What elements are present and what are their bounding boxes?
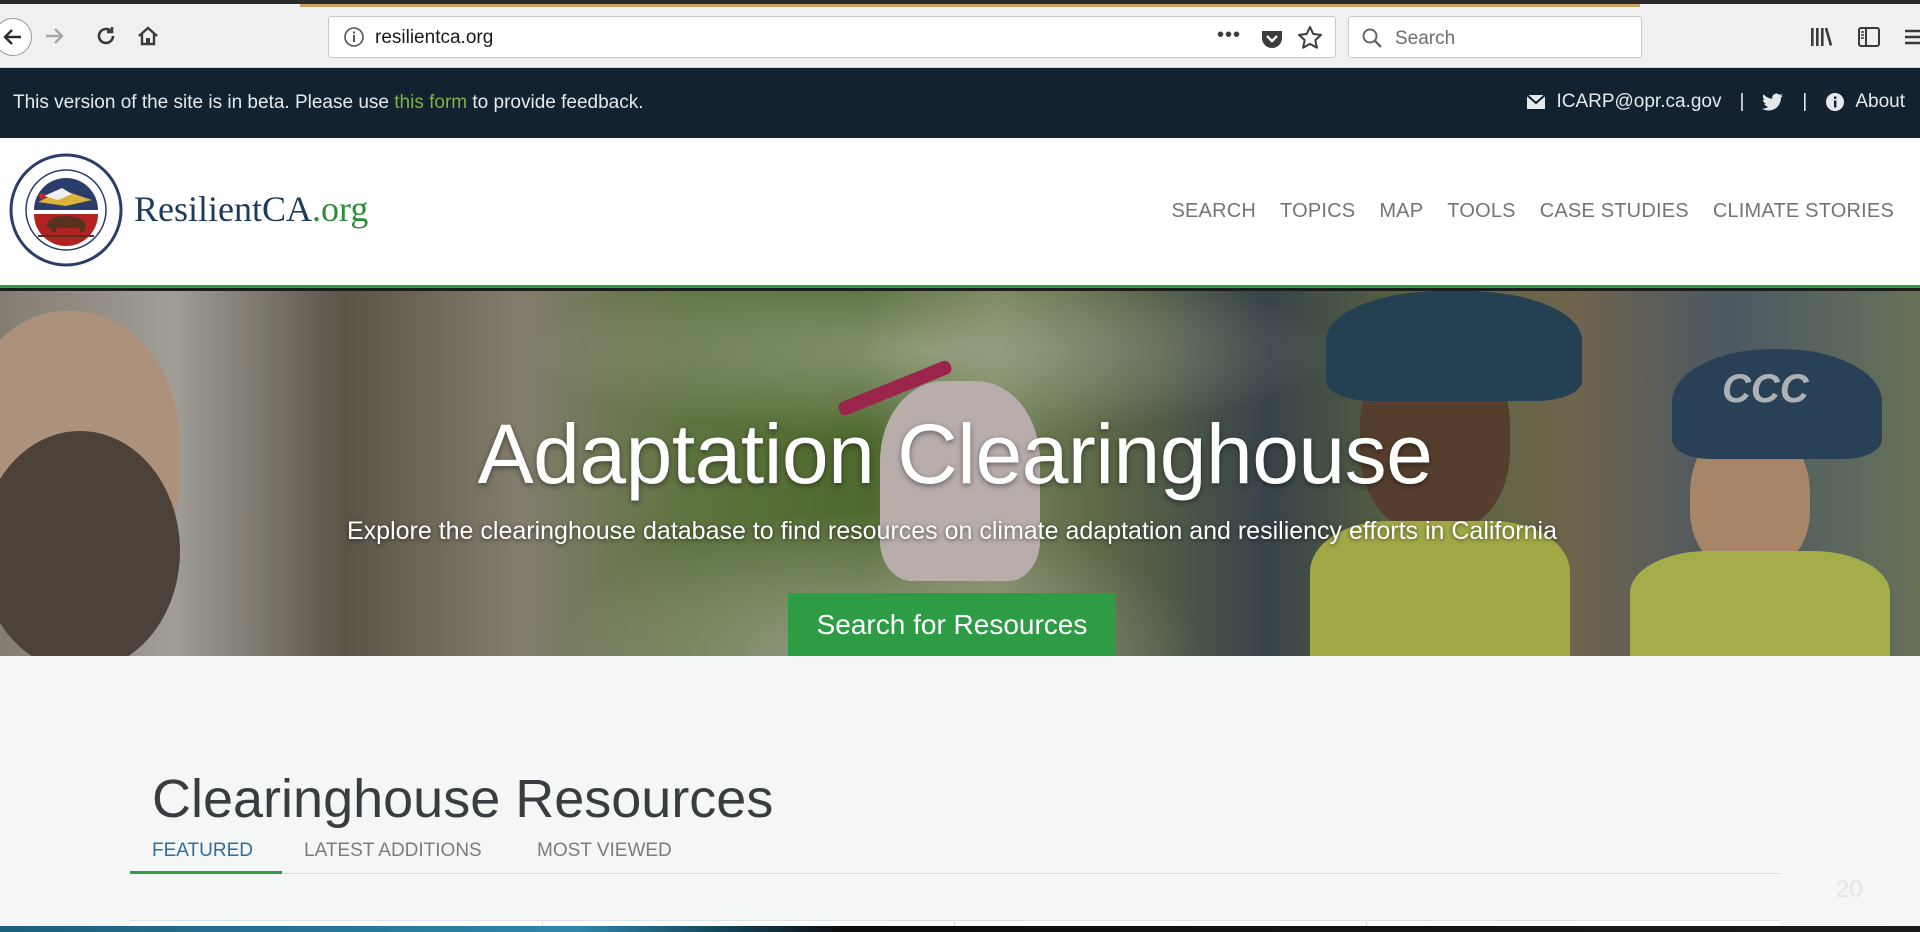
main-navigation: SEARCH TOPICS MAP TOOLS CASE STUDIES CLI… (1171, 200, 1894, 223)
hero-subtitle: Explore the clearinghouse database to fi… (347, 517, 1557, 545)
reload-icon (97, 27, 115, 45)
tab-latest-additions[interactable]: LATEST ADDITIONS (304, 840, 482, 862)
tab-featured[interactable]: FEATURED (152, 840, 253, 862)
resource-tabs: FEATURED LATEST ADDITIONS MOST VIEWED (130, 838, 1780, 874)
twitter-icon[interactable] (1762, 93, 1784, 111)
separator: | (1802, 91, 1808, 112)
home-icon (138, 26, 158, 46)
contact-links: ICARP@opr.ca.gov | | About (1526, 91, 1905, 113)
feedback-form-link[interactable]: this form (394, 92, 467, 113)
beta-text-before: This version of the site is in beta. Ple… (13, 92, 395, 113)
browser-search-field[interactable]: Search (1348, 16, 1642, 58)
search-placeholder: Search (1395, 28, 1456, 49)
menu-icon[interactable] (1902, 24, 1920, 50)
page-actions-menu[interactable]: ••• (1217, 24, 1241, 47)
star-icon[interactable] (1297, 25, 1323, 51)
search-icon (1362, 28, 1382, 48)
reload-button[interactable] (90, 20, 122, 52)
brand-name: ResilientCA (134, 189, 312, 229)
forward-button[interactable] (38, 20, 70, 52)
section-title: Clearinghouse Resources (152, 769, 774, 829)
clearinghouse-resources-section: Clearinghouse Resources FEATURED LATEST … (0, 656, 1920, 931)
search-for-resources-button[interactable]: Search for Resources (788, 593, 1116, 656)
sidebar-icon[interactable] (1856, 24, 1882, 50)
brand-tld: .org (312, 189, 369, 229)
hero-title: Adaptation Clearinghouse (477, 407, 1433, 501)
nav-search[interactable]: SEARCH (1171, 200, 1256, 223)
hero-banner: CCC Adaptation Clearinghouse Explore the… (0, 291, 1920, 656)
nav-topics[interactable]: TOPICS (1280, 200, 1355, 223)
home-button[interactable] (132, 20, 164, 52)
bottom-edge (0, 926, 1920, 932)
site-brand[interactable]: ResilientCA.org (134, 188, 368, 230)
envelope-icon (1526, 94, 1547, 109)
url-text[interactable]: resilientca.org (375, 27, 493, 49)
address-bar[interactable]: resilientca.org ••• (328, 16, 1336, 58)
state-seal-logo[interactable] (8, 152, 124, 268)
nav-case-studies[interactable]: CASE STUDIES (1540, 200, 1689, 223)
active-tab-indicator (130, 871, 282, 874)
urlbar-focus-accent (300, 4, 1640, 7)
nav-tools[interactable]: TOOLS (1447, 200, 1515, 223)
beta-message: This version of the site is in beta. Ple… (13, 92, 644, 114)
separator: | (1739, 91, 1745, 112)
about-link[interactable]: About (1855, 91, 1905, 113)
info-icon[interactable] (343, 26, 365, 48)
nav-map[interactable]: MAP (1379, 200, 1423, 223)
about-info-icon (1826, 93, 1845, 111)
library-icon[interactable] (1808, 24, 1834, 50)
site-header: ResilientCA.org SEARCH TOPICS MAP TOOLS … (0, 138, 1920, 288)
tab-most-viewed[interactable]: MOST VIEWED (537, 840, 672, 862)
nav-climate-stories[interactable]: CLIMATE STORIES (1713, 200, 1894, 223)
email-link[interactable]: ICARP@opr.ca.gov (1556, 91, 1721, 113)
beta-banner: This version of the site is in beta. Ple… (0, 68, 1920, 138)
pocket-icon[interactable] (1259, 25, 1285, 51)
back-button[interactable] (0, 18, 32, 56)
back-arrow-icon (3, 29, 21, 45)
browser-toolbar: resilientca.org ••• Search (0, 0, 1920, 68)
forward-arrow-icon (46, 28, 64, 44)
beta-text-after: to provide feedback. (467, 92, 644, 113)
slide-number: 20 (1836, 876, 1863, 903)
